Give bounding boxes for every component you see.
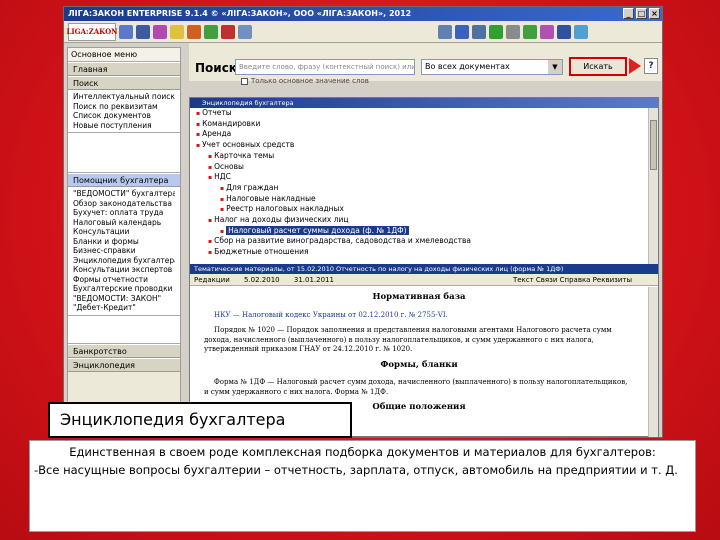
tree-node[interactable]: НДС [196, 172, 648, 183]
close-button[interactable]: × [649, 8, 660, 19]
tree-node[interactable]: Бюджетные отношения [196, 247, 648, 258]
tree-node[interactable]: Налоговые накладные [196, 194, 648, 205]
chevron-down-icon: ▼ [548, 60, 562, 74]
app-logo: LIGA:ZAKON [66, 22, 118, 41]
sidebar-item[interactable]: Налоговый календарь [73, 218, 175, 228]
tree-node[interactable]: Реестр налоговых накладных [196, 204, 648, 215]
edition-date-from[interactable]: 5.02.2010 [244, 276, 280, 284]
sidebar: Основное меню Главная Поиск Интеллектуал… [67, 47, 181, 437]
sidebar-item[interactable]: Интеллектуальный поиск [73, 92, 175, 102]
sidebar-item[interactable]: Список документов [73, 111, 175, 121]
sidebar-section-home[interactable]: Главная [68, 62, 180, 76]
document-scrollbar[interactable] [648, 287, 658, 437]
sidebar-item[interactable]: Бизнес-справки [73, 246, 175, 256]
document-status-bar: Тематические материалы, от 15.02.2010 От… [190, 264, 658, 274]
compare-icon[interactable] [472, 24, 486, 39]
doc-paragraph: Порядок № 1020 — Порядок заполнения и пр… [204, 326, 612, 353]
bookmark-icon[interactable] [153, 24, 167, 39]
tree-icon[interactable] [136, 24, 150, 39]
tree-scrollbar[interactable] [648, 108, 658, 264]
tree-node[interactable]: Аренда [196, 129, 648, 140]
mail-icon[interactable] [540, 24, 554, 39]
tree-node[interactable]: Для граждан [196, 183, 648, 194]
document-toolbar: Редакции 5.02.2010 31.01.2011 Текст Связ… [190, 274, 658, 286]
slide-text-line-2: -Все насущные вопросы бухгалтерии – отче… [34, 463, 678, 477]
doc-paragraph[interactable]: НКУ — Налоговый кодекс Украины от 02.12.… [204, 311, 634, 321]
check-icon[interactable] [204, 24, 218, 39]
sidebar-header: Основное меню [68, 48, 180, 62]
edition-date-to[interactable]: 31.01.2011 [294, 276, 334, 284]
sidebar-item[interactable]: "ВЕДОМОСТИ: ЗАКОН" [73, 294, 175, 304]
scrollbar-thumb[interactable] [650, 120, 657, 170]
search-scope-select[interactable]: Во всех документах ▼ [421, 59, 563, 75]
minimize-button[interactable]: _ [623, 8, 634, 19]
window-title: ЛІГА:ЗАКОН ENTERPRISE 9.1.4 © «ЛІГА:ЗАКО… [68, 9, 412, 18]
book-icon[interactable] [221, 24, 235, 39]
search-input[interactable]: Введите слово, фразу (контекстный поиск)… [235, 59, 415, 75]
exact-match-checkbox[interactable]: Только основное значение слов [241, 77, 369, 85]
sidebar-item[interactable]: Консультации экспертов [73, 265, 175, 275]
search-bar: Поиск: Введите слово, фразу (контекстный… [189, 43, 662, 85]
list-icon[interactable] [506, 24, 520, 39]
home-icon[interactable] [119, 24, 133, 39]
slide-caption: Энциклопедия бухгалтера [48, 402, 352, 438]
sidebar-item[interactable]: Поиск по реквизитам [73, 102, 175, 112]
sidebar-item[interactable]: Бухучет: оплата труда [73, 208, 175, 218]
edit-icon[interactable] [187, 24, 201, 39]
tree-node[interactable]: Карточка темы [196, 151, 648, 162]
help-icon[interactable]: ? [644, 58, 658, 74]
sidebar-section-search[interactable]: Поиск [68, 76, 180, 90]
settings-icon[interactable] [574, 24, 588, 39]
main-toolbar: LIGA:ZAKON [64, 21, 662, 43]
doc-paragraph: Форма № 1ДФ — Налоговый расчет сумм дохо… [204, 378, 628, 396]
sidebar-item[interactable]: Бланки и формы [73, 237, 175, 247]
tree-node[interactable]: Налог на доходы физических лиц [196, 215, 648, 226]
print-icon[interactable] [238, 24, 252, 39]
document-icon[interactable] [438, 24, 452, 39]
document-view-tabs[interactable]: Текст Связи Справка Реквизиты [513, 274, 632, 286]
maximize-button[interactable]: □ [636, 8, 647, 19]
sidebar-section-bankruptcy[interactable]: Банкротство [68, 343, 180, 358]
doc-heading: Нормативная база [372, 292, 466, 302]
sidebar-item[interactable]: "Дебет-Кредит" [73, 303, 175, 313]
checkbox-box [241, 77, 248, 85]
tree-node[interactable]: Сбор на развитие виноградарства, садовод… [196, 236, 648, 247]
editions-button[interactable]: Редакции [194, 276, 230, 284]
window-titlebar: ЛІГА:ЗАКОН ENTERPRISE 9.1.4 © «ЛІГА:ЗАКО… [64, 7, 662, 21]
arrow-icon [629, 58, 641, 74]
tree-node-selected[interactable]: Налоговый расчет суммы дохода (ф. № 1ДФ) [226, 225, 409, 236]
folder-icon[interactable] [170, 24, 184, 39]
sidebar-section-accountant[interactable]: Помощник бухгалтера [68, 173, 180, 187]
slide-description: Единственная в своем роде комплексная по… [29, 440, 696, 532]
app-window: ЛІГА:ЗАКОН ENTERPRISE 9.1.4 © «ЛІГА:ЗАКО… [63, 6, 663, 438]
sort-icon[interactable] [455, 24, 469, 39]
sidebar-item[interactable]: Консультации [73, 227, 175, 237]
document-panel: Энциклопедия бухгалтера Отчеты Командиро… [189, 97, 659, 437]
add-document-icon[interactable] [523, 24, 537, 39]
save-icon[interactable] [557, 24, 571, 39]
tree-node[interactable]: Командировки [196, 119, 648, 130]
sidebar-item[interactable]: Бухгалтерские проводки [73, 284, 175, 294]
tree-node[interactable]: Основы [196, 162, 648, 173]
tree-node[interactable]: Отчеты [196, 108, 648, 119]
sidebar-item[interactable]: Обзор законодательства [73, 199, 175, 209]
sidebar-item[interactable]: "ВЕДОМОСТИ" бухгалтера [73, 189, 175, 199]
sidebar-item[interactable]: Энциклопедия бухгалтера [73, 256, 175, 266]
sidebar-accountant-list: "ВЕДОМОСТИ" бухгалтера Обзор законодател… [68, 187, 180, 316]
sidebar-item[interactable]: Новые поступления [73, 121, 175, 131]
document-panel-title: Энциклопедия бухгалтера [190, 98, 658, 108]
search-button[interactable]: Искать [569, 57, 627, 76]
tree-node[interactable]: Учет основных средств [196, 140, 648, 151]
sidebar-section-encyclopedia[interactable]: Энциклопедия [68, 357, 180, 372]
add-icon[interactable] [489, 24, 503, 39]
sidebar-search-list: Интеллектуальный поиск Поиск по реквизит… [68, 90, 180, 133]
doc-heading: Формы, бланки [380, 359, 458, 370]
slide-text-line-1: Единственная в своем роде комплексная по… [69, 445, 656, 459]
topic-tree: Отчеты Командировки Аренда Учет основных… [190, 108, 648, 264]
sidebar-item[interactable]: Формы отчетности [73, 275, 175, 285]
